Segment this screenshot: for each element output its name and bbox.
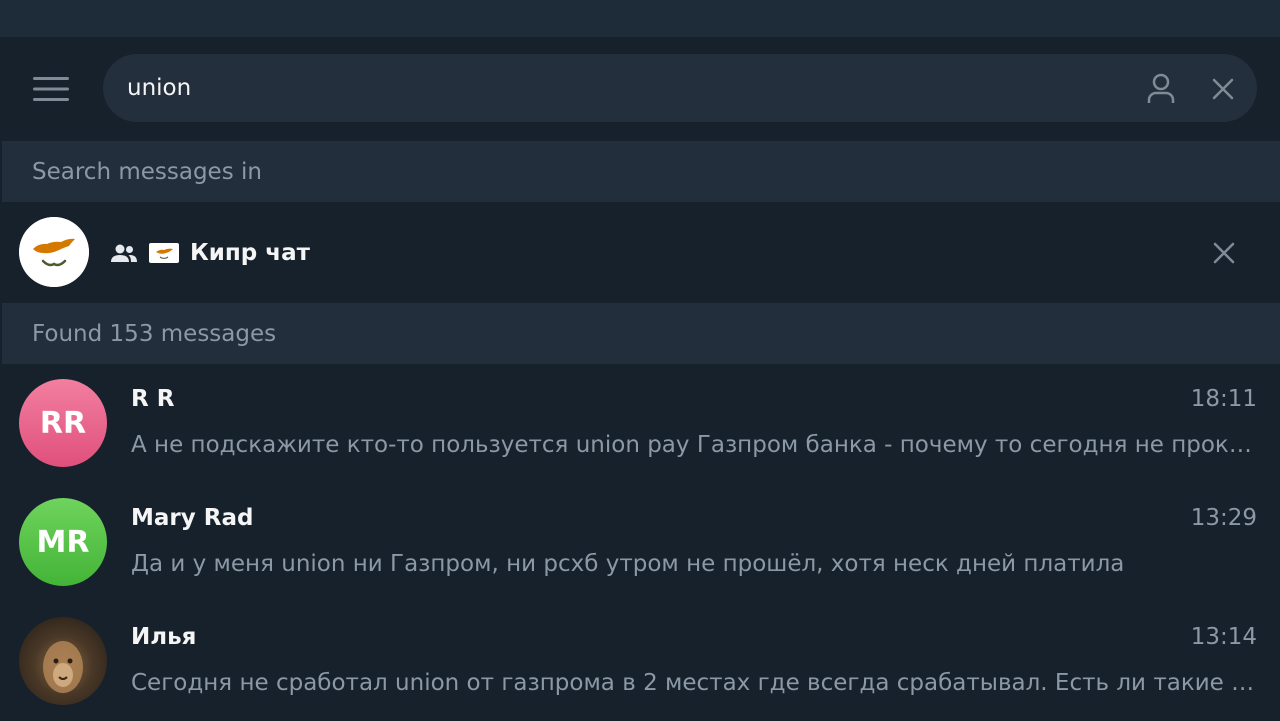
avatar-photo xyxy=(19,617,107,705)
lion-photo-icon xyxy=(43,641,83,693)
user-icon xyxy=(1147,73,1175,103)
hamburger-menu-icon xyxy=(33,77,69,101)
message-preview: Да и у меня union ни Газпром, ни рсхб ут… xyxy=(131,551,1125,577)
close-icon xyxy=(1213,242,1235,264)
avatar-initials: MR xyxy=(36,524,90,560)
avatar: MR xyxy=(19,498,107,586)
group-icon xyxy=(111,244,137,262)
search-input[interactable] xyxy=(127,68,1127,108)
search-messages-in-label: Search messages in xyxy=(32,158,262,185)
sender-name: R R xyxy=(131,386,175,412)
sender-name: Mary Rad xyxy=(131,505,254,531)
message-preview: А не подскажите кто-то пользуется union … xyxy=(131,432,1256,458)
menu-button[interactable] xyxy=(26,69,76,109)
cyprus-flag-icon xyxy=(149,243,179,263)
message-preview: Сегодня не сработал union от газпрома в … xyxy=(131,670,1256,696)
message-time: 18:11 xyxy=(1190,386,1257,412)
chat-avatar xyxy=(19,217,89,287)
search-box xyxy=(103,54,1257,122)
sender-name: Илья xyxy=(131,624,197,650)
search-messages-in-header: Search messages in xyxy=(2,141,1280,202)
window-top-bar xyxy=(0,0,1280,37)
avatar-initials: RR xyxy=(39,405,87,441)
chat-title: Кипр чат xyxy=(190,240,310,266)
remove-chat-filter-button[interactable] xyxy=(1207,236,1241,270)
search-result-item[interactable]: Илья 13:14 Сегодня не сработал union от … xyxy=(2,602,1280,721)
clear-search-button[interactable] xyxy=(1205,71,1241,107)
found-messages-header: Found 153 messages xyxy=(2,303,1280,364)
message-time: 13:14 xyxy=(1190,624,1257,650)
found-messages-label: Found 153 messages xyxy=(32,320,277,347)
chat-title-group: Кипр чат xyxy=(110,236,310,270)
search-scope-chat[interactable]: Кипр чат xyxy=(2,202,1280,303)
close-icon xyxy=(1212,78,1234,100)
search-result-item[interactable]: MR Mary Rad 13:29 Да и у меня union ни Г… xyxy=(2,483,1280,602)
filter-by-user-button[interactable] xyxy=(1143,71,1179,107)
avatar: RR xyxy=(19,379,107,467)
message-time: 13:29 xyxy=(1190,505,1257,531)
search-header xyxy=(0,37,1280,141)
search-result-item[interactable]: RR R R 18:11 А не подскажите кто-то поль… xyxy=(2,364,1280,483)
cyprus-emblem-icon xyxy=(19,217,89,287)
